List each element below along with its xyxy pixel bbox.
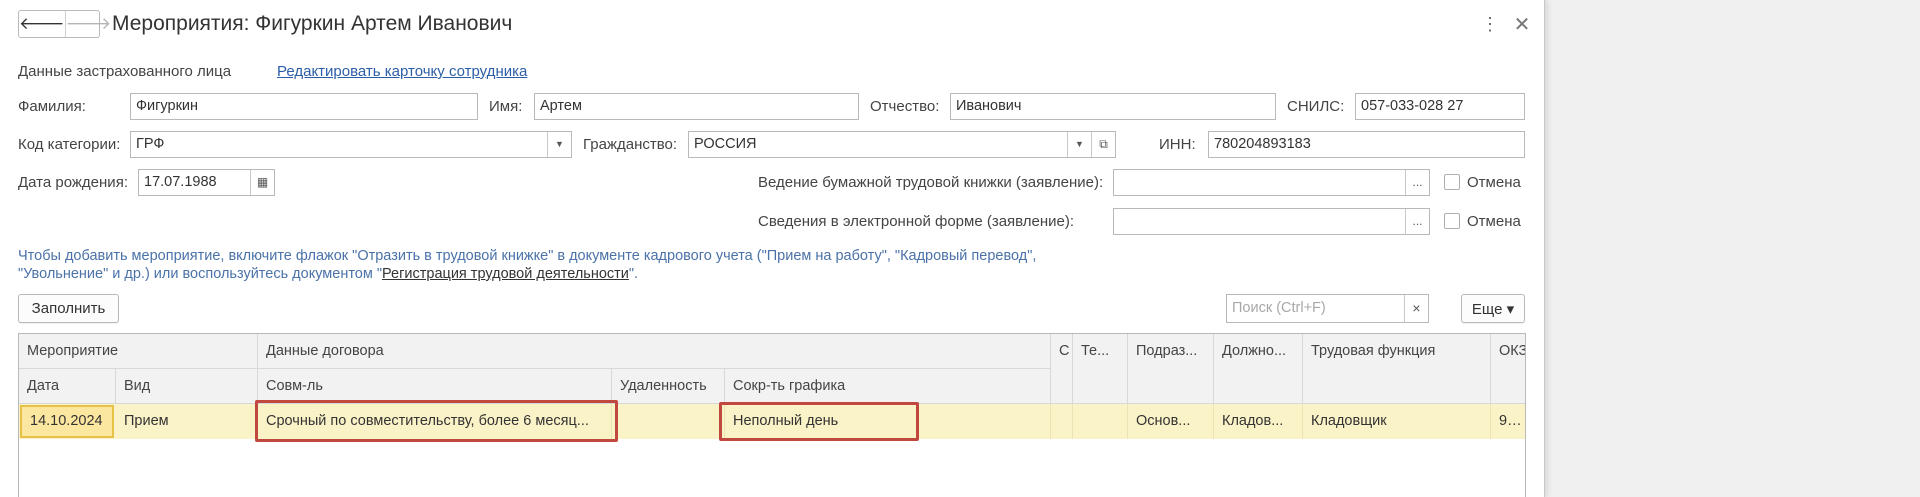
electronic-cancel-label: Отмена [1467, 213, 1521, 230]
info-text: Чтобы добавить мероприятие, включите фла… [18, 247, 1108, 283]
col-combo-header[interactable]: Совм-ль [258, 369, 612, 404]
col-narrow-header[interactable]: С [1051, 334, 1073, 404]
category-label: Код категории: [18, 136, 121, 153]
col-dept-header[interactable]: Подраз... [1128, 334, 1214, 404]
more-button[interactable]: Еще ▾ [1461, 294, 1525, 323]
close-icon[interactable]: ✕ [1511, 10, 1533, 38]
chevron-down-icon[interactable]: ▼ [1067, 132, 1091, 157]
select-ellipsis-button[interactable]: ... [1405, 170, 1429, 195]
col-remote-header[interactable]: Удаленность [612, 369, 725, 404]
citizenship-select[interactable]: РОССИЯ ▼ ⧉ [688, 131, 1116, 158]
middlename-field[interactable]: Иванович [950, 93, 1276, 120]
citizenship-value: РОССИЯ [694, 136, 757, 152]
col-event-header[interactable]: Мероприятие [19, 334, 258, 369]
col-type-header[interactable]: Вид [116, 369, 258, 404]
calendar-icon[interactable]: ▦ [250, 170, 274, 195]
electronic-label: Сведения в электронной форме (заявление)… [758, 213, 1075, 230]
category-value: ГРФ [136, 136, 165, 152]
middlename-label: Отчество: [870, 98, 940, 115]
more-vertical-icon[interactable]: ⋮ [1480, 10, 1500, 38]
back-button[interactable]: 🡐 [19, 11, 65, 37]
row-dept-cell[interactable]: Основ... [1128, 404, 1214, 439]
row-date-cell[interactable]: 14.10.2024 [20, 405, 114, 438]
lastname-label: Фамилия: [18, 98, 86, 115]
paper-cancel-label: Отмена [1467, 174, 1521, 191]
info-text-after: ". [628, 266, 639, 282]
arrow-left-icon: 🡐 [19, 14, 65, 33]
inn-field[interactable]: 780204893183 [1208, 131, 1525, 158]
row-type-cell[interactable]: Прием [116, 404, 258, 439]
select-ellipsis-button[interactable]: ... [1405, 209, 1429, 234]
arrow-right-icon: 🡒 [65, 14, 112, 33]
birthdate-label: Дата рождения: [18, 174, 128, 191]
category-select[interactable]: ГРФ ▼ [130, 131, 572, 158]
edit-employee-link[interactable]: Редактировать карточку сотрудника [277, 62, 527, 82]
col-date-header[interactable]: Дата [19, 369, 116, 404]
clear-search-icon[interactable]: × [1404, 295, 1428, 322]
paper-cancel-checkbox[interactable] [1444, 174, 1460, 190]
open-form-icon[interactable]: ⧉ [1091, 132, 1115, 157]
row-position-cell[interactable]: Кладов... [1214, 404, 1303, 439]
forward-button[interactable]: 🡒 [64, 11, 112, 37]
events-table: Мероприятие Данные договора С Те... Подр… [18, 333, 1526, 497]
row-narrow-cell[interactable] [1051, 404, 1073, 439]
inn-label: ИНН: [1159, 136, 1196, 153]
col-te-header[interactable]: Те... [1073, 334, 1128, 404]
col-function-header[interactable]: Трудовая функция [1303, 334, 1491, 404]
row-function-cell[interactable]: Кладовщик [1303, 404, 1491, 439]
registration-document-link[interactable]: Регистрация трудовой деятельности [382, 266, 629, 282]
row-te-cell[interactable] [1073, 404, 1128, 439]
search-placeholder: Поиск (Ctrl+F) [1232, 300, 1326, 316]
firstname-field[interactable]: Артем [534, 93, 859, 120]
dialog-window: 🡐 🡒 Мероприятия: Фигуркин Артем Иванович… [0, 0, 1545, 497]
fill-button[interactable]: Заполнить [18, 294, 119, 323]
birthdate-field[interactable]: 17.07.1988 ▦ [138, 169, 275, 196]
electronic-field[interactable]: ... [1113, 208, 1430, 235]
birthdate-value: 17.07.1988 [144, 174, 217, 190]
section-title: Данные застрахованного лица [18, 63, 232, 80]
firstname-label: Имя: [489, 98, 523, 115]
col-contract-header[interactable]: Данные договора [258, 334, 1051, 369]
row-okz-cell[interactable]: 9321 [1491, 404, 1525, 439]
nav-buttons: 🡐 🡒 [18, 10, 111, 38]
chevron-down-icon[interactable]: ▼ [547, 132, 571, 157]
electronic-cancel-checkbox[interactable] [1444, 213, 1460, 229]
col-position-header[interactable]: Должно... [1214, 334, 1303, 404]
snils-label: СНИЛС: [1287, 98, 1345, 115]
citizenship-label: Гражданство: [583, 136, 678, 153]
snils-field[interactable]: 057-033-028 27 [1355, 93, 1525, 120]
col-schedule-header[interactable]: Сокр-ть графика [725, 369, 1051, 404]
page-title: Мероприятия: Фигуркин Артем Иванович [112, 12, 513, 35]
col-okz-header[interactable]: ОКЗ [1491, 334, 1525, 404]
lastname-field[interactable]: Фигуркин [130, 93, 478, 120]
row-combo-cell[interactable]: Срочный по совместительству, более 6 мес… [258, 404, 612, 439]
search-input[interactable]: Поиск (Ctrl+F) × [1226, 294, 1429, 323]
paper-book-label: Ведение бумажной трудовой книжки (заявле… [758, 174, 1104, 191]
row-remote-cell[interactable] [612, 404, 725, 439]
row-schedule-cell[interactable]: Неполный день [725, 404, 1051, 439]
paper-book-field[interactable]: ... [1113, 169, 1430, 196]
